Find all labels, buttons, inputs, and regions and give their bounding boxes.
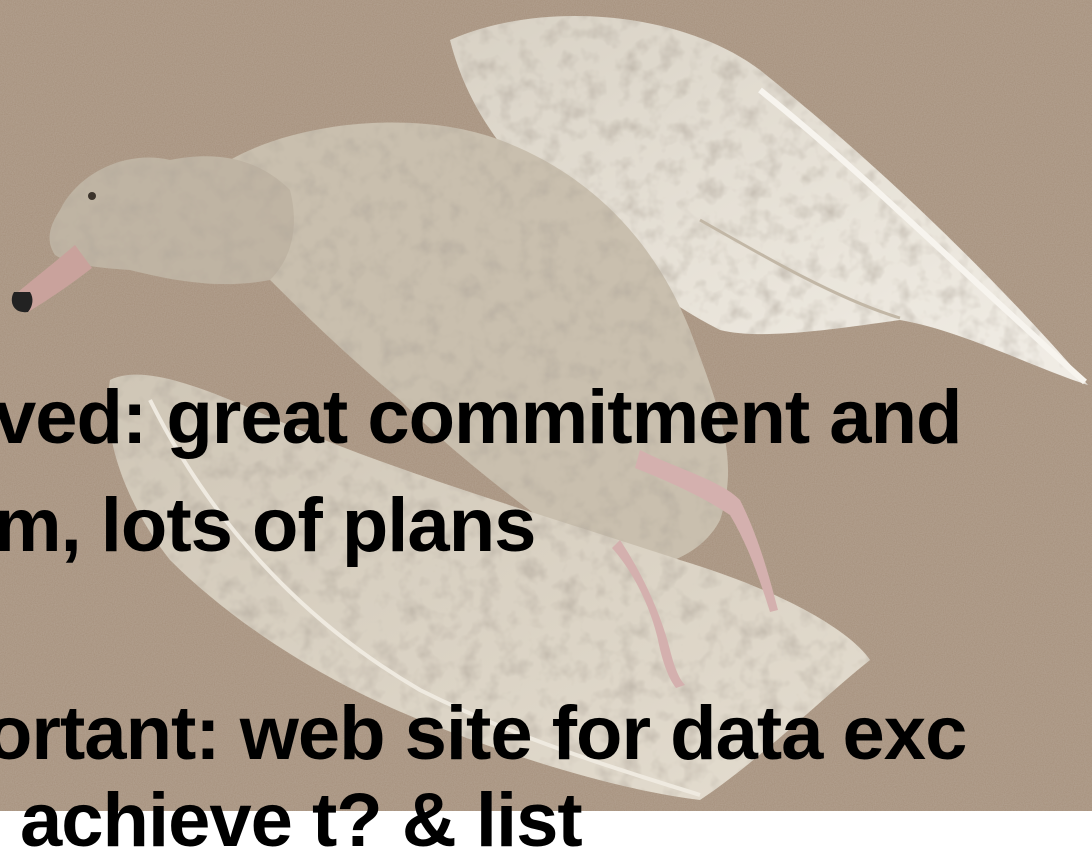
overlay-text-line-4: achieve t? & list xyxy=(20,778,583,863)
overlay-text-line-2: m, lots of plans xyxy=(0,483,536,568)
overlay-text-line-1: ved: great commitment and xyxy=(0,375,962,460)
overlay-text-line-3: ortant: web site for data exc xyxy=(0,691,967,776)
